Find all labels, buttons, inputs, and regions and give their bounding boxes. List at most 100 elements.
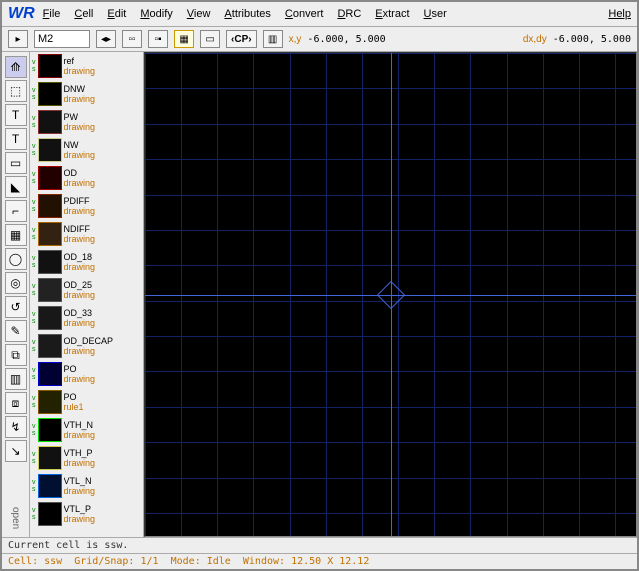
menu-view[interactable]: View (187, 8, 211, 20)
layer-vs[interactable]: vs (32, 87, 36, 101)
layer-swatch-VTH_N[interactable] (38, 418, 62, 442)
tool-btn-4[interactable]: ▦ (174, 30, 194, 48)
layer-row-PDIFF[interactable]: vsPDIFFdrawing (30, 192, 143, 220)
layer-swatch-PW[interactable] (38, 110, 62, 134)
layer-swatch-OD_33[interactable] (38, 306, 62, 330)
menu-extract[interactable]: Extract (375, 8, 409, 20)
layer-swatch-NW[interactable] (38, 138, 62, 162)
layer-row-NW[interactable]: vsNWdrawing (30, 136, 143, 164)
tool-btn-3[interactable]: ▫▪ (148, 30, 168, 48)
tool-0[interactable]: ⟰ (5, 56, 27, 78)
layer-row-PO[interactable]: vs POdrawing (30, 360, 143, 388)
menu-attributes[interactable]: Attributes (224, 8, 270, 20)
menu-drc[interactable]: DRC (337, 8, 361, 20)
layer-row-VTH_P[interactable]: vsVTH_Pdrawing (30, 444, 143, 472)
layer-row-NDIFF[interactable]: vsNDIFFdrawing (30, 220, 143, 248)
layer-row-OD_25[interactable]: vsOD_25drawing (30, 276, 143, 304)
layer-vs[interactable]: vs (32, 255, 36, 269)
tool-4[interactable]: ▭ (5, 152, 27, 174)
layer-row-VTL_P[interactable]: vsVTL_Pdrawing (30, 500, 143, 528)
tool-16[interactable]: ↘ (5, 440, 27, 462)
layer-vs[interactable]: vs (32, 479, 36, 493)
tool-13[interactable]: ▥ (5, 368, 27, 390)
layer-swatch-VTH_P[interactable] (38, 446, 62, 470)
layer-row-PO[interactable]: vsPOrule1 (30, 388, 143, 416)
layer-swatch-PDIFF[interactable] (38, 194, 62, 218)
tool-3[interactable]: T (5, 128, 27, 150)
layer-row-OD[interactable]: vsODdrawing (30, 164, 143, 192)
layer-swatch-ref[interactable] (38, 54, 62, 78)
tool-14[interactable]: ⧈ (5, 392, 27, 414)
tool-btn-1[interactable]: ◂▸ (96, 30, 116, 48)
tool-btn-6[interactable]: ▥ (263, 30, 283, 48)
layer-sub: drawing (64, 206, 96, 216)
layer-swatch-DNW[interactable] (38, 82, 62, 106)
play-button[interactable]: ▸ (8, 30, 28, 48)
layer-vs[interactable]: vs (32, 311, 36, 325)
tool-btn-5[interactable]: ▭ (200, 30, 220, 48)
menu-file[interactable]: File (43, 8, 61, 20)
menu-convert[interactable]: Convert (285, 8, 324, 20)
layer-row-ref[interactable]: vsrefdrawing (30, 52, 143, 80)
layer-row-VTH_N[interactable]: vsVTH_Ndrawing (30, 416, 143, 444)
layer-row-PW[interactable]: vsPWdrawing (30, 108, 143, 136)
layer-sub: drawing (64, 458, 96, 468)
menu-cell[interactable]: Cell (74, 8, 93, 20)
layer-row-OD_18[interactable]: vsOD_18drawing (30, 248, 143, 276)
layer-vs[interactable]: vs (32, 115, 36, 129)
layer-sub: drawing (64, 486, 96, 496)
tool-15[interactable]: ↯ (5, 416, 27, 438)
layer-row-VTL_N[interactable]: vsVTL_Ndrawing (30, 472, 143, 500)
tool-9[interactable]: ◎ (5, 272, 27, 294)
layer-swatch-NDIFF[interactable] (38, 222, 62, 246)
tool-10[interactable]: ↺ (5, 296, 27, 318)
layer-vs[interactable]: vs (32, 339, 36, 353)
layer-vs[interactable]: vs (32, 367, 36, 381)
status-line-2: Cell: ssw Grid/Snap: 1/1 Mode: Idle Wind… (2, 553, 637, 569)
menu-help[interactable]: Help (608, 8, 631, 20)
layer-sub: drawing (64, 374, 96, 384)
cell-input[interactable] (34, 30, 90, 48)
tool-5[interactable]: ◣ (5, 176, 27, 198)
menu-modify[interactable]: Modify (140, 8, 172, 20)
layer-vs[interactable]: vs (32, 227, 36, 241)
layer-vs[interactable]: vs (32, 143, 36, 157)
layer-vs[interactable]: vs (32, 423, 36, 437)
layer-swatch-OD_25[interactable] (38, 278, 62, 302)
tool-11[interactable]: ✎ (5, 320, 27, 342)
layer-swatch-VTL_N[interactable] (38, 474, 62, 498)
dxy-label: dx,dy (523, 34, 547, 45)
layer-swatch-OD_DECAP[interactable] (38, 334, 62, 358)
menu-edit[interactable]: Edit (107, 8, 126, 20)
menu-user[interactable]: User (424, 8, 447, 20)
tool-6[interactable]: ⌐ (5, 200, 27, 222)
tool-7[interactable]: ▦ (5, 224, 27, 246)
layer-vs[interactable]: vs (32, 507, 36, 521)
tool-1[interactable]: ⬚ (5, 80, 27, 102)
layer-name: PO (64, 364, 96, 374)
layer-row-OD_DECAP[interactable]: vsOD_DECAPdrawing (30, 332, 143, 360)
layer-swatch-OD_18[interactable] (38, 250, 62, 274)
tool-12[interactable]: ⧉ (5, 344, 27, 366)
layer-swatch-PO[interactable] (38, 390, 62, 414)
layer-sub: drawing (64, 290, 96, 300)
layer-swatch-PO[interactable] (38, 362, 62, 386)
canvas[interactable] (144, 52, 637, 537)
layer-swatch-OD[interactable] (38, 166, 62, 190)
layer-row-DNW[interactable]: vsDNWdrawing (30, 80, 143, 108)
layer-vs[interactable]: vs (32, 171, 36, 185)
layer-vs[interactable]: vs (32, 451, 36, 465)
tool-8[interactable]: ◯ (5, 248, 27, 270)
layer-vs[interactable]: vs (32, 199, 36, 213)
layer-swatch-VTL_P[interactable] (38, 502, 62, 526)
layer-name: PO (64, 392, 84, 402)
layer-name: NDIFF (64, 224, 96, 234)
layer-row-OD_33[interactable]: vsOD_33drawing (30, 304, 143, 332)
cp-button[interactable]: ‹CP› (226, 30, 257, 48)
layer-sub: drawing (64, 346, 114, 356)
layer-vs[interactable]: vs (32, 283, 36, 297)
layer-vs[interactable]: vs (32, 395, 36, 409)
tool-btn-2[interactable]: ▫▫ (122, 30, 142, 48)
tool-2[interactable]: T (5, 104, 27, 126)
layer-vs[interactable]: vs (32, 59, 36, 73)
